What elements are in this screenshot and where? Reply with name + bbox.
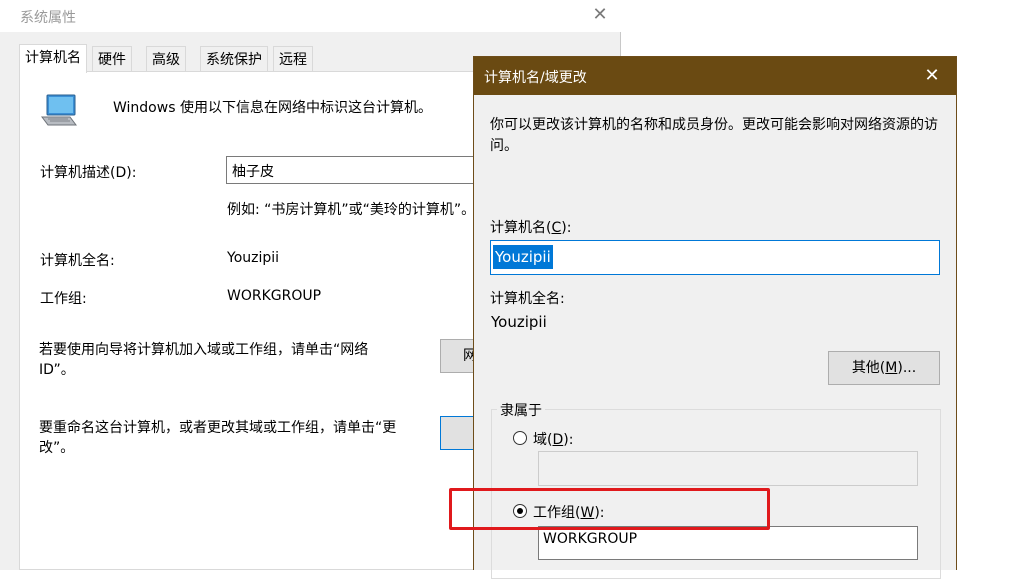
close-icon[interactable]: ✕: [921, 65, 943, 87]
dialog-full-name-label: 计算机全名:: [490, 291, 565, 307]
workgroup-input[interactable]: WORKGROUP: [538, 526, 918, 560]
close-icon[interactable]: ✕: [589, 4, 611, 26]
domain-input: [538, 451, 918, 486]
member-of-label: 隶属于: [497, 400, 545, 420]
full-name-value: Youzipii: [227, 250, 280, 266]
full-name-label: 计算机全名:: [40, 253, 115, 269]
annotation-highlight-box: [449, 488, 770, 530]
computer-name-label: 计算机名(C):: [490, 220, 572, 236]
description-example: 例如: “书房计算机”或“美玲的计算机”。: [227, 202, 476, 218]
system-properties-titlebar: 系统属性 ✕: [0, 0, 621, 32]
domain-radio[interactable]: [513, 431, 527, 445]
tab-remote[interactable]: 远程: [273, 46, 313, 72]
other-button[interactable]: 其他(M)...: [828, 351, 940, 385]
window-title: 系统属性: [20, 10, 76, 26]
description-label: 计算机描述(D):: [40, 165, 137, 181]
tab-advanced[interactable]: 高级: [146, 46, 186, 72]
dialog-full-name-value: Youzipii: [491, 313, 547, 331]
computer-name-input[interactable]: Youzipii: [490, 240, 940, 275]
computer-name-selected-text: Youzipii: [493, 245, 553, 269]
domain-label: 域(D):: [533, 432, 574, 448]
tab-system-protection[interactable]: 系统保护: [200, 46, 268, 72]
workgroup-label: 工作组:: [40, 291, 87, 307]
dialog-title: 计算机名/域更改: [484, 70, 587, 86]
rename-text: 要重命名这台计算机，或者更改其域或工作组，请单击“更改”。: [39, 420, 397, 456]
description-input[interactable]: 柚子皮: [226, 156, 486, 184]
network-id-text: 若要使用向导将计算机加入域或工作组，请单击“网络ID”。: [39, 342, 369, 378]
workgroup-value: WORKGROUP: [227, 288, 322, 304]
dialog-titlebar: 计算机名/域更改 ✕: [474, 57, 956, 95]
intro-text: Windows 使用以下信息在网络中标识这台计算机。: [113, 100, 432, 116]
computer-icon: [41, 94, 77, 126]
tab-computer-name[interactable]: 计算机名: [19, 44, 87, 73]
tab-hardware[interactable]: 硬件: [92, 46, 132, 72]
dialog-info-text: 你可以更改该计算机的名称和成员身份。更改可能会影响对网络资源的访问。: [490, 117, 938, 154]
